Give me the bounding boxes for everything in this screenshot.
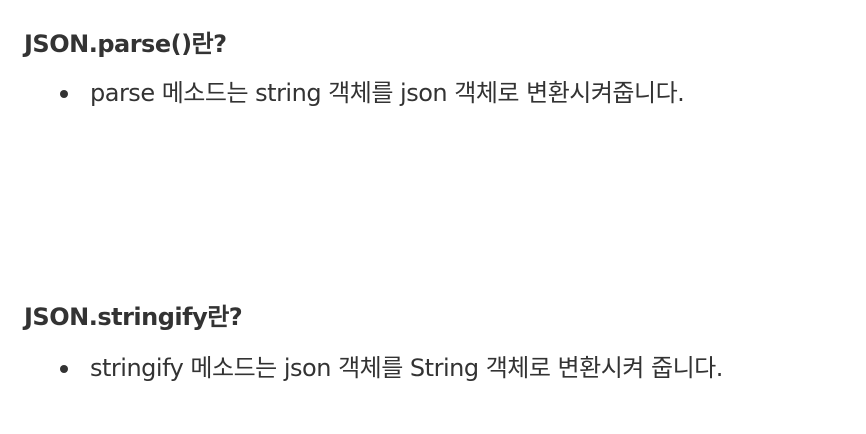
stringify-section: JSON.stringify란? stringify 메소드는 json 객체를… <box>24 301 854 384</box>
parse-section: JSON.parse()란? parse 메소드는 string 객체를 jso… <box>24 28 854 109</box>
stringify-heading: JSON.stringify란? <box>24 303 243 331</box>
list-item: parse 메소드는 string 객체를 json 객체로 변환시켜줍니다. <box>24 77 854 109</box>
list-item: stringify 메소드는 json 객체를 String 객체로 변환시켜 … <box>24 352 854 384</box>
stringify-bullet-list: stringify 메소드는 json 객체를 String 객체로 변환시켜 … <box>24 352 854 384</box>
parse-bullet-list: parse 메소드는 string 객체를 json 객체로 변환시켜줍니다. <box>24 77 854 109</box>
bullet-icon <box>60 365 68 373</box>
bullet-icon <box>60 90 68 98</box>
parse-description: parse 메소드는 string 객체를 json 객체로 변환시켜줍니다. <box>90 79 685 107</box>
stringify-description: stringify 메소드는 json 객체를 String 객체로 변환시켜 … <box>90 354 723 382</box>
parse-heading: JSON.parse()란? <box>24 30 227 58</box>
